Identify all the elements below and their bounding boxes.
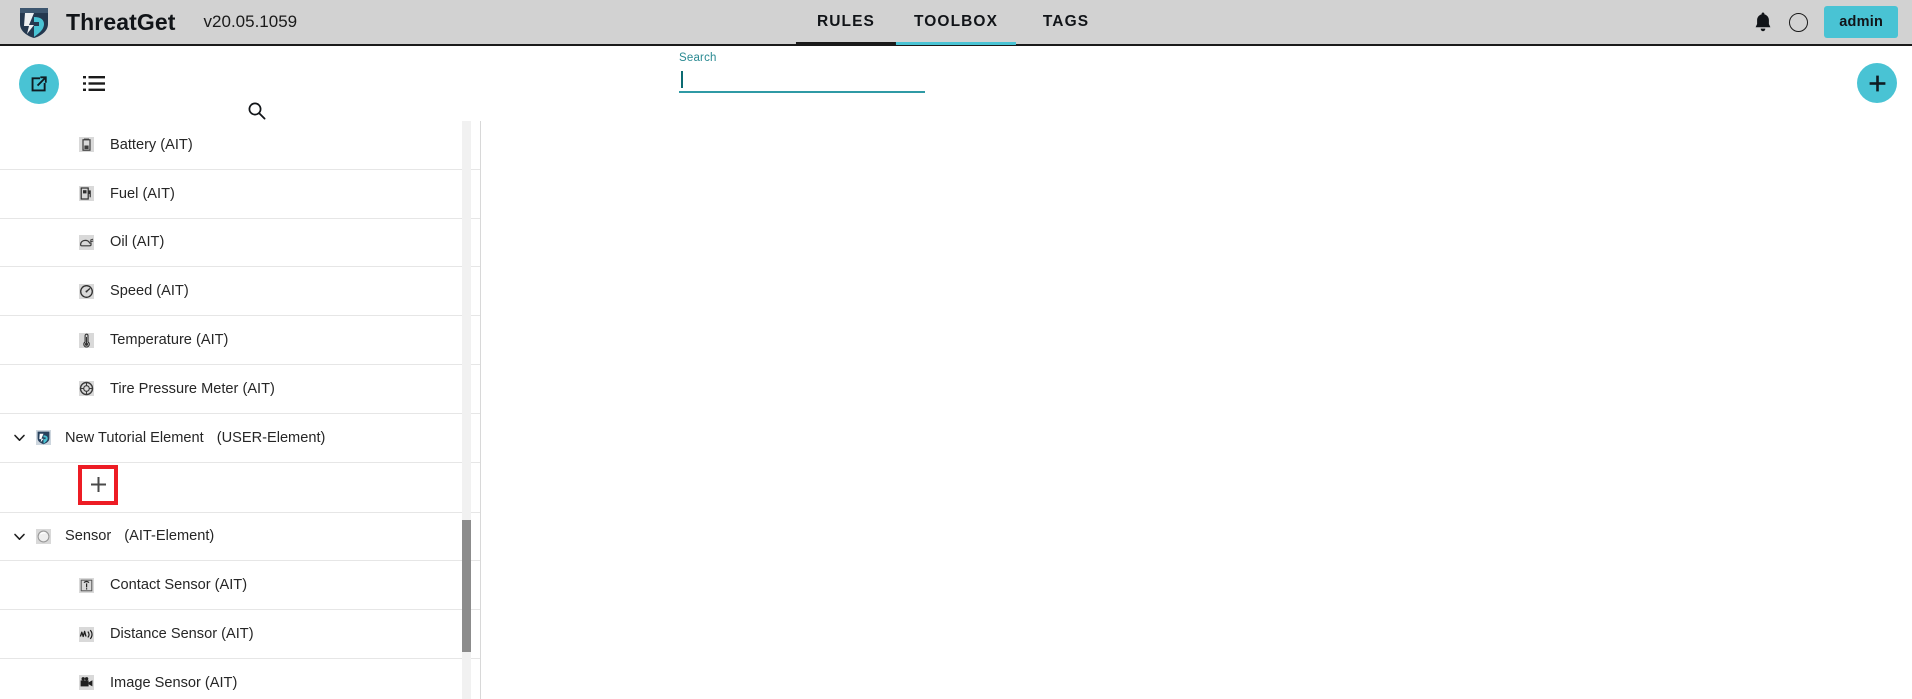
tab-toolbox-label: TOOLBOX bbox=[913, 13, 999, 30]
tab-rules[interactable]: RULES bbox=[795, 0, 896, 45]
battery-icon bbox=[79, 137, 94, 153]
tire-pressure-icon bbox=[79, 381, 94, 397]
tree-item-label: Distance Sensor (AIT) bbox=[110, 626, 254, 643]
header-actions: admin bbox=[1753, 6, 1898, 38]
tree-item-temperature[interactable]: Temperature (AIT) bbox=[0, 316, 480, 365]
open-in-new-icon bbox=[29, 74, 49, 94]
tree-item-label: Oil (AIT) bbox=[110, 234, 165, 251]
tree-item-contact-sensor[interactable]: Contact Sensor (AIT) bbox=[0, 561, 480, 611]
tree-item-speed[interactable]: Speed (AIT) bbox=[0, 267, 480, 317]
threatget-shield-icon bbox=[36, 430, 51, 446]
list-view-icon[interactable] bbox=[83, 75, 105, 92]
app-header: ThreatGet v20.05.1059 RULES TOOLBOX TAGS… bbox=[0, 0, 1912, 46]
tree-group-label: New Tutorial Element bbox=[65, 429, 204, 446]
search-label: Search bbox=[679, 52, 717, 64]
tree-item-image-sensor[interactable]: Image Sensor (AIT) bbox=[0, 658, 480, 699]
tree-item-label: Tire Pressure Meter (AIT) bbox=[110, 380, 275, 397]
tab-toolbox-underline bbox=[895, 42, 1017, 45]
plus-icon bbox=[1868, 74, 1887, 93]
speedometer-icon bbox=[79, 283, 94, 299]
brand-name: ThreatGet bbox=[66, 8, 176, 35]
tree-item-label: Temperature (AIT) bbox=[110, 332, 229, 349]
editor-canvas[interactable] bbox=[482, 121, 1912, 699]
tab-tags-label: TAGS bbox=[1042, 13, 1090, 30]
main-tabs: RULES TOOLBOX TAGS bbox=[795, 0, 1116, 45]
search-group: Search bbox=[679, 52, 949, 93]
chevron-down-icon[interactable] bbox=[0, 430, 27, 445]
tree-group-sensor[interactable]: Sensor (AIT-Element) bbox=[0, 512, 480, 562]
app-version: v20.05.1059 bbox=[203, 12, 298, 31]
tree-item-label: Battery (AIT) bbox=[110, 136, 193, 153]
open-in-new-button[interactable] bbox=[19, 63, 59, 104]
thermometer-icon bbox=[79, 332, 94, 348]
distance-sensor-icon bbox=[79, 626, 94, 642]
image-sensor-icon bbox=[79, 675, 94, 691]
toolbar: Search bbox=[0, 46, 1912, 121]
brand: ThreatGet v20.05.1059 bbox=[16, 4, 297, 40]
tree-item-label: Fuel (AIT) bbox=[110, 185, 175, 202]
tree-group-new-tutorial-element[interactable]: New Tutorial Element (USER-Element) bbox=[0, 413, 480, 463]
search-field[interactable] bbox=[679, 69, 925, 93]
tree-group-label: Sensor bbox=[65, 528, 112, 545]
user-avatar-circle-icon[interactable] bbox=[1789, 12, 1809, 32]
tab-tags[interactable]: TAGS bbox=[1016, 0, 1116, 45]
tab-rules-label: RULES bbox=[816, 13, 875, 30]
tree-group-kind: (AIT-Element) bbox=[124, 528, 215, 545]
fuel-icon bbox=[79, 186, 94, 202]
tree-item-label: Image Sensor (AIT) bbox=[110, 674, 238, 691]
tree-item-tire-pressure-meter[interactable]: Tire Pressure Meter (AIT) bbox=[0, 364, 480, 414]
contact-sensor-icon bbox=[79, 577, 94, 593]
tree-scrollbar-thumb[interactable] bbox=[462, 520, 471, 652]
bell-icon[interactable] bbox=[1753, 11, 1773, 33]
tree-group-kind: (USER-Element) bbox=[216, 429, 326, 446]
threatget-shield-logo-icon bbox=[16, 4, 52, 40]
tab-rules-underline bbox=[795, 42, 896, 45]
chevron-down-icon[interactable] bbox=[0, 529, 27, 544]
tree-item-oil[interactable]: Oil (AIT) bbox=[0, 218, 480, 268]
oil-icon bbox=[79, 234, 94, 250]
tree-item-battery[interactable]: Battery (AIT) bbox=[0, 121, 480, 170]
tree-item-label: Contact Sensor (AIT) bbox=[110, 577, 248, 594]
toolbar-left-actions bbox=[19, 63, 105, 104]
tree-item-label: Speed (AIT) bbox=[110, 283, 189, 300]
add-child-element-button[interactable] bbox=[78, 464, 118, 505]
tab-tags-underline bbox=[1016, 42, 1116, 45]
tree-item-distance-sensor[interactable]: Distance Sensor (AIT) bbox=[0, 610, 480, 659]
plus-icon bbox=[90, 476, 107, 493]
search-input[interactable] bbox=[679, 69, 925, 91]
search-text-caret bbox=[681, 71, 683, 88]
tree-item-fuel[interactable]: Fuel (AIT) bbox=[0, 169, 480, 219]
tab-toolbox[interactable]: TOOLBOX bbox=[895, 0, 1017, 45]
tree-add-child-row bbox=[0, 462, 480, 513]
sensor-circle-icon bbox=[36, 528, 51, 544]
toolbox-sidebar: Battery (AIT) Fuel (AIT) Oil (AIT) Speed… bbox=[0, 121, 481, 699]
admin-user-button[interactable]: admin bbox=[1824, 6, 1898, 38]
element-tree: Battery (AIT) Fuel (AIT) Oil (AIT) Speed… bbox=[0, 121, 480, 699]
search-magnifier-icon[interactable] bbox=[247, 101, 266, 120]
add-element-button[interactable] bbox=[1857, 63, 1897, 103]
